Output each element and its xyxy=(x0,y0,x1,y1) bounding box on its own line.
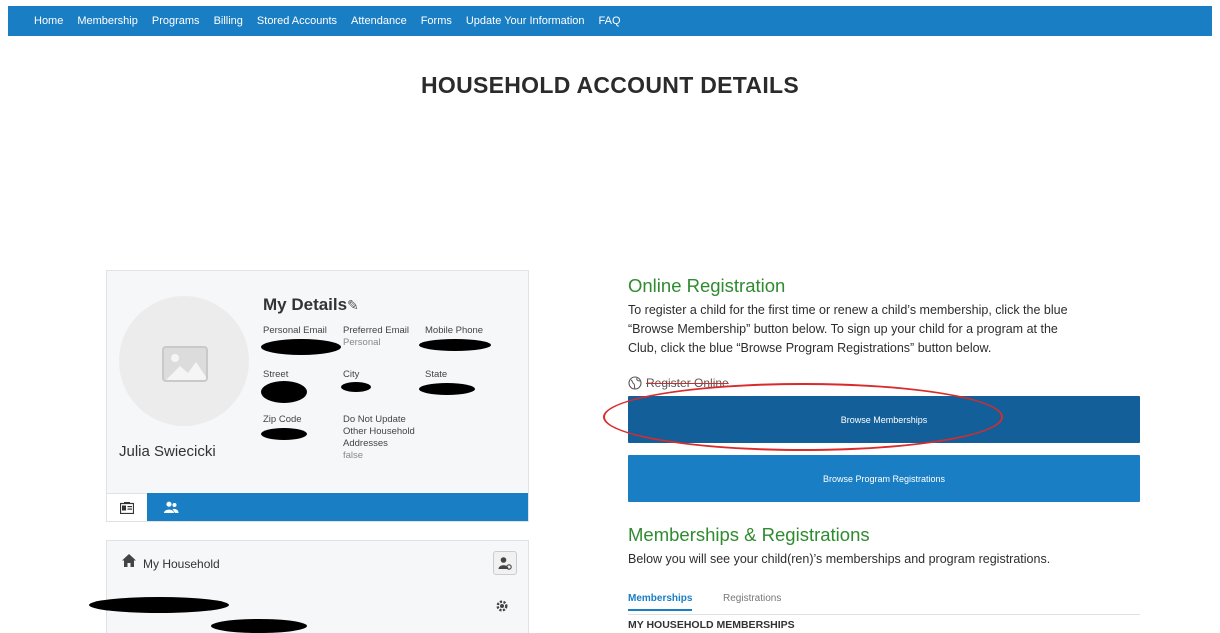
nav-update-your-information[interactable]: Update Your Information xyxy=(466,15,585,27)
do-not-update-label: Other Household xyxy=(343,426,415,437)
my-household-card: My Household xyxy=(89,540,529,633)
redaction-mark xyxy=(211,619,307,633)
nav-stored-accounts[interactable]: Stored Accounts xyxy=(257,15,337,27)
pencil-edit-icon[interactable]: ✎ xyxy=(347,297,359,314)
registration-instructions-line-3: Club, click the blue “Browse Program Reg… xyxy=(628,341,992,355)
memberships-tabs: Memberships Registrations xyxy=(628,593,1140,615)
do-not-update-value: false xyxy=(343,450,364,461)
home-icon xyxy=(122,554,136,572)
nav-faq[interactable]: FAQ xyxy=(599,15,621,27)
redaction-mark xyxy=(419,383,475,395)
redaction-mark xyxy=(261,381,307,403)
registration-instructions-line-2: “Browse Membership” button below. To sig… xyxy=(628,322,1058,336)
redaction-mark xyxy=(341,382,371,392)
mobile-phone-label: Mobile Phone xyxy=(425,325,484,336)
redaction-mark xyxy=(261,339,341,355)
tab-household-members[interactable] xyxy=(151,493,191,521)
state-label: State xyxy=(425,369,448,380)
registration-instructions-line-1: To register a child for the first time o… xyxy=(628,303,1068,317)
image-placeholder-icon xyxy=(162,346,208,382)
person-settings-icon xyxy=(498,557,512,570)
my-household-memberships-heading: MY HOUSEHOLD MEMBERSHIPS xyxy=(628,619,795,631)
redaction-mark xyxy=(89,597,229,613)
preferred-email-value: Personal xyxy=(343,337,381,348)
browse-memberships-button[interactable]: Browse Memberships xyxy=(628,396,1140,443)
do-not-update-label: Addresses xyxy=(343,438,388,449)
id-card-icon xyxy=(120,501,134,514)
gear-icon[interactable] xyxy=(495,599,509,618)
nav-membership[interactable]: Membership xyxy=(77,15,138,27)
personal-email-label: Personal Email xyxy=(263,325,327,336)
user-name: Julia Swiecicki xyxy=(119,443,216,460)
avatar xyxy=(119,296,249,426)
redaction-mark xyxy=(419,339,491,351)
nav-billing[interactable]: Billing xyxy=(214,15,243,27)
browse-program-registrations-button[interactable]: Browse Program Registrations xyxy=(628,455,1140,502)
register-online-text: Register Online xyxy=(646,376,729,390)
my-details-heading: My Details xyxy=(263,295,348,314)
nav-home[interactable]: Home xyxy=(34,15,63,27)
do-not-update-label: Do Not Update xyxy=(343,414,406,425)
online-registration-heading: Online Registration xyxy=(628,275,786,296)
memberships-description: Below you will see your child(ren)’s mem… xyxy=(628,552,1051,566)
street-label: Street xyxy=(263,369,289,380)
redaction-mark xyxy=(261,428,307,440)
tab-memberships[interactable]: Memberships xyxy=(628,593,693,611)
city-label: City xyxy=(343,369,360,380)
page-title: HOUSEHOLD ACCOUNT DETAILS xyxy=(420,72,800,98)
users-icon xyxy=(164,501,179,513)
my-details-card: Julia Swiecicki My Details ✎ Personal Em… xyxy=(106,270,529,522)
top-navigation-bar: Home Membership Programs Billing Stored … xyxy=(8,6,1212,36)
zip-code-label: Zip Code xyxy=(263,414,302,425)
preferred-email-label: Preferred Email xyxy=(343,325,409,336)
globe-icon xyxy=(628,376,642,390)
memberships-registrations-heading: Memberships & Registrations xyxy=(628,524,870,545)
register-online-label: Register Online xyxy=(628,376,729,390)
nav-forms[interactable]: Forms xyxy=(421,15,452,27)
tab-contact-card[interactable] xyxy=(107,493,147,521)
nav-attendance[interactable]: Attendance xyxy=(351,15,407,27)
my-household-title: My Household xyxy=(143,557,220,571)
details-card-tabs xyxy=(107,493,528,521)
nav-programs[interactable]: Programs xyxy=(152,15,200,27)
add-member-button[interactable] xyxy=(493,551,517,575)
tab-registrations[interactable]: Registrations xyxy=(723,593,781,604)
